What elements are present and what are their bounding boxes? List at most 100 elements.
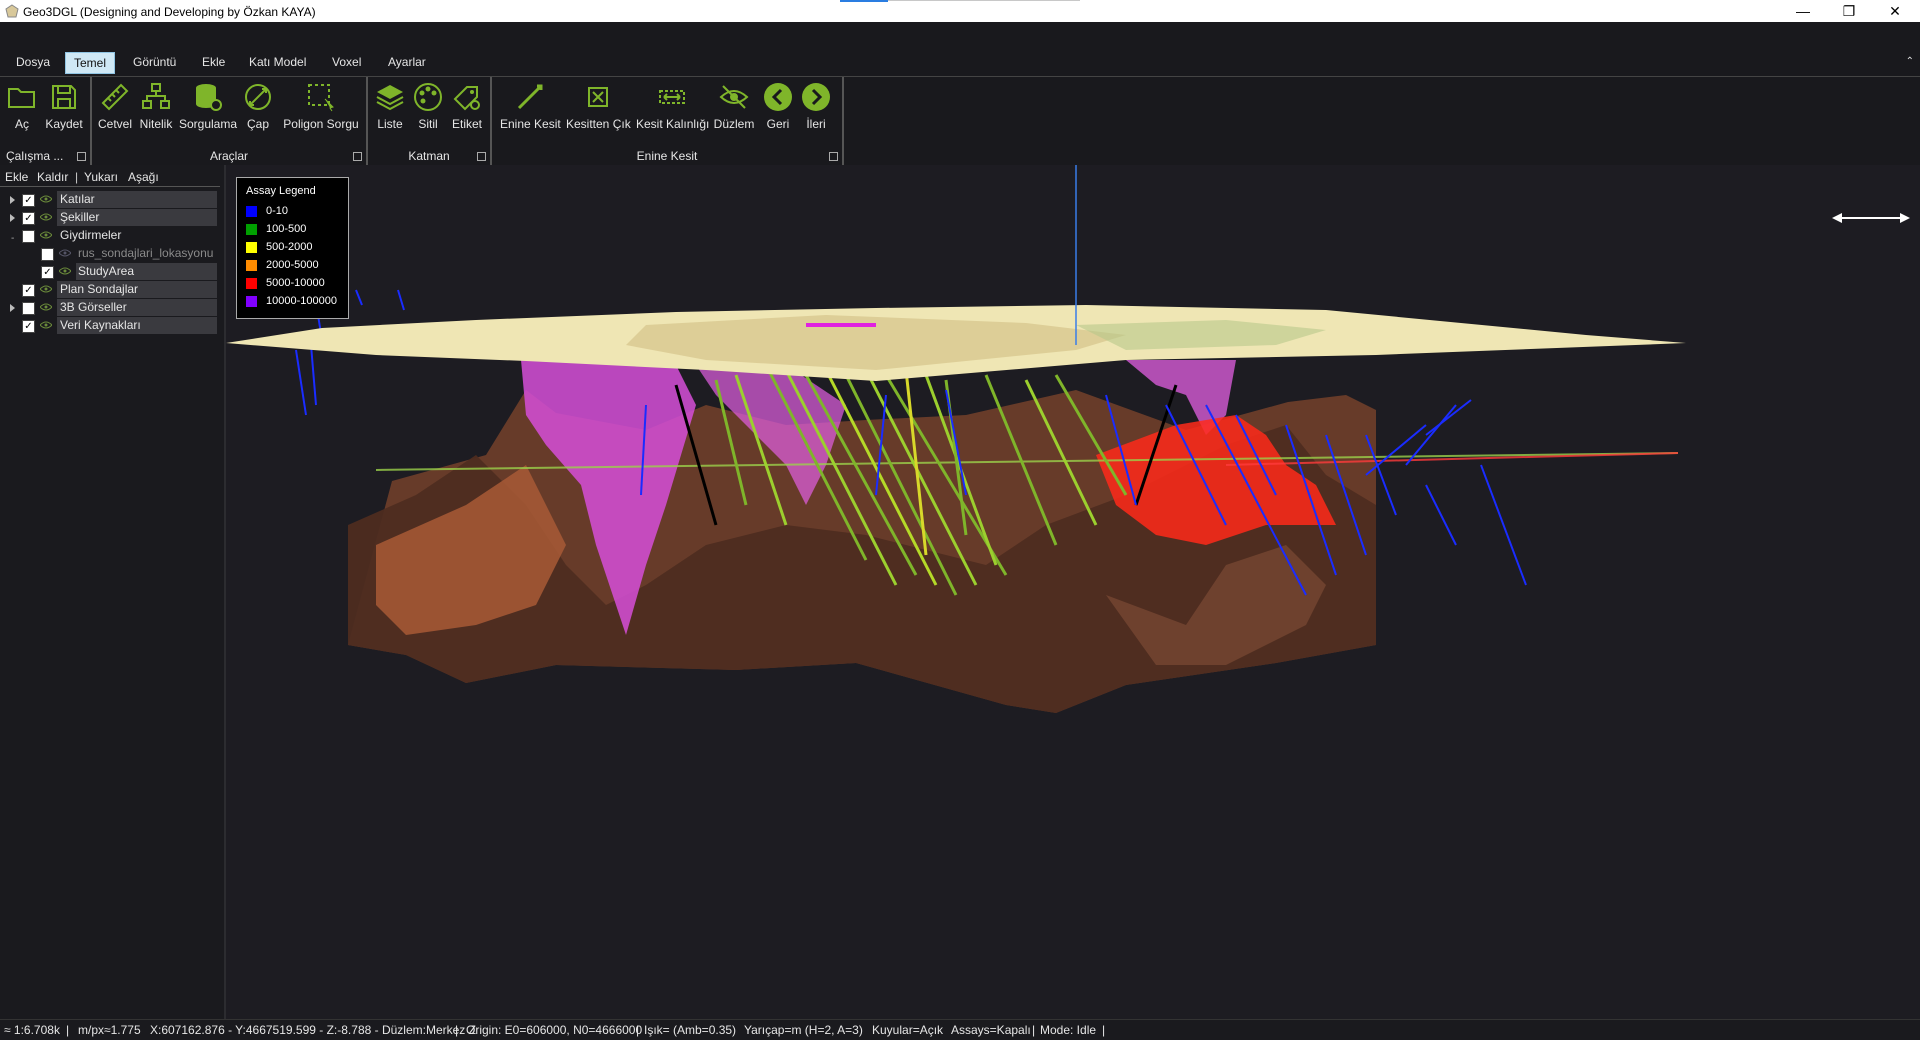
open-button[interactable]: Aç bbox=[4, 81, 40, 131]
cross-section-label: Enine Kesit bbox=[500, 117, 561, 131]
back-label: Geri bbox=[766, 117, 790, 131]
layer-checkbox[interactable]: ✓ bbox=[22, 212, 35, 225]
add-layer-button[interactable]: Ekle bbox=[5, 170, 28, 184]
layer-checkbox[interactable]: ✓ bbox=[22, 320, 35, 333]
status-wells: Kuyular=Açık bbox=[872, 1023, 944, 1037]
tab-temel[interactable]: Temel bbox=[65, 52, 116, 74]
plane-button[interactable]: Düzlem bbox=[712, 81, 756, 131]
title-divider bbox=[888, 0, 1080, 1]
assay-legend: Assay Legend 0-10 100-500 500-2000 2000-… bbox=[236, 177, 349, 319]
plane-hidden-icon bbox=[719, 85, 749, 109]
terrain-magenta-mark bbox=[806, 323, 876, 327]
group-launcher-icon[interactable] bbox=[77, 152, 86, 161]
layer-item-rus-sondajlari[interactable]: rus_sondajlari_lokasyonu bbox=[0, 245, 224, 262]
ruler-icon bbox=[101, 83, 129, 111]
group-label-katman: Katman bbox=[408, 149, 450, 163]
plane-label: Düzlem bbox=[713, 117, 755, 131]
layer-label: Giydirmeler bbox=[60, 228, 122, 242]
group-launcher-icon[interactable] bbox=[477, 152, 486, 161]
3d-viewport[interactable] bbox=[226, 165, 1920, 1019]
legend-title: Assay Legend bbox=[246, 185, 316, 197]
diameter-button[interactable]: Çap bbox=[240, 81, 276, 131]
eye-icon[interactable] bbox=[40, 321, 52, 329]
label-button[interactable]: Etiket bbox=[448, 81, 486, 131]
eye-icon[interactable] bbox=[59, 249, 71, 257]
arrow-left-circle-icon bbox=[764, 83, 792, 111]
tab-goruntu[interactable]: Görüntü bbox=[125, 52, 184, 72]
ruler-button[interactable]: Cetvel bbox=[96, 81, 134, 131]
polygon-query-button[interactable]: Poligon Sorgu bbox=[280, 81, 362, 131]
status-separator: | bbox=[455, 1023, 459, 1037]
move-up-button[interactable]: Yukarı bbox=[84, 170, 118, 184]
layer-checkbox[interactable] bbox=[22, 230, 35, 243]
legend-swatch bbox=[246, 242, 257, 253]
legend-swatch bbox=[246, 206, 257, 217]
eye-icon[interactable] bbox=[59, 267, 71, 275]
layer-checkbox[interactable]: ✓ bbox=[22, 194, 35, 207]
group-label-enine-kesit: Enine Kesit bbox=[636, 149, 698, 163]
status-scale: ≈ 1:6.708k bbox=[4, 1023, 60, 1037]
layer-panel: Ekle Kaldır | Yukarı Aşağı ✓ Katılar ✓ Ş… bbox=[0, 165, 226, 1019]
forward-label: İleri bbox=[806, 117, 826, 131]
save-button[interactable]: Kaydet bbox=[44, 81, 84, 131]
tag-gear-icon bbox=[453, 86, 480, 111]
group-label-araclar: Araçlar bbox=[209, 149, 248, 163]
layer-checkbox[interactable] bbox=[41, 248, 54, 261]
section-thickness-button[interactable]: Kesit Kalınlığı bbox=[636, 81, 709, 131]
group-launcher-icon[interactable] bbox=[353, 152, 362, 161]
legend-swatch bbox=[246, 278, 257, 289]
expand-icon[interactable] bbox=[10, 214, 15, 222]
eye-icon[interactable] bbox=[40, 231, 52, 239]
tab-kati-model[interactable]: Katı Model bbox=[241, 52, 314, 72]
legend-label: 500-2000 bbox=[266, 241, 313, 253]
expand-icon[interactable] bbox=[10, 304, 15, 312]
expand-icon[interactable] bbox=[10, 196, 15, 204]
tab-dosya[interactable]: Dosya bbox=[8, 52, 58, 72]
close-button[interactable]: ✕ bbox=[1872, 0, 1918, 22]
cross-section-button[interactable]: Enine Kesit bbox=[500, 81, 561, 131]
tab-ekle[interactable]: Ekle bbox=[194, 52, 233, 72]
status-assays: Assays=Kapalı bbox=[951, 1023, 1031, 1037]
thickness-icon bbox=[659, 90, 685, 104]
layer-item-veri-kaynaklari[interactable]: ✓ Veri Kaynakları bbox=[0, 317, 224, 334]
exit-section-button[interactable]: Kesitten Çık bbox=[566, 81, 631, 131]
move-down-button[interactable]: Aşağı bbox=[128, 170, 159, 184]
layer-item-sekiller[interactable]: ✓ Şekiller bbox=[0, 209, 224, 226]
layer-checkbox[interactable] bbox=[22, 302, 35, 315]
eye-icon[interactable] bbox=[40, 213, 52, 221]
layer-checkbox[interactable]: ✓ bbox=[22, 284, 35, 297]
minimize-button[interactable]: — bbox=[1780, 0, 1826, 22]
layer-checkbox[interactable]: ✓ bbox=[41, 266, 54, 279]
polygon-query-label: Poligon Sorgu bbox=[283, 117, 359, 131]
window-title: Geo3DGL (Designing and Developing by Özk… bbox=[23, 5, 316, 19]
layer-item-plan-sondajlar[interactable]: ✓ Plan Sondajlar bbox=[0, 281, 224, 298]
tab-ayarlar[interactable]: Ayarlar bbox=[380, 52, 434, 72]
layer-label: 3B Görseller bbox=[60, 300, 127, 314]
eye-icon[interactable] bbox=[40, 303, 52, 311]
list-button[interactable]: Liste bbox=[372, 81, 408, 131]
query-button[interactable]: Sorgulama bbox=[178, 81, 238, 131]
style-button[interactable]: Sitil bbox=[410, 81, 446, 131]
tab-voxel[interactable]: Voxel bbox=[324, 52, 369, 72]
orientation-arrows-icon[interactable] bbox=[1832, 213, 1910, 223]
layers-icon bbox=[376, 85, 404, 111]
layer-item-giydirmeler[interactable]: - Giydirmeler bbox=[0, 227, 224, 244]
restore-button[interactable]: ❐ bbox=[1826, 0, 1872, 22]
layer-item-studyarea[interactable]: ✓ StudyArea bbox=[0, 263, 224, 280]
status-separator: | bbox=[636, 1023, 640, 1037]
eye-icon[interactable] bbox=[40, 195, 52, 203]
title-bar: Geo3DGL (Designing and Developing by Özk… bbox=[0, 0, 1920, 22]
layer-item-3b-gorseller[interactable]: 3B Görseller bbox=[0, 299, 224, 316]
collapse-ribbon-icon[interactable]: ⌃ bbox=[1906, 56, 1914, 67]
layer-item-katilar[interactable]: ✓ Katılar bbox=[0, 191, 224, 208]
diameter-label: Çap bbox=[246, 117, 269, 131]
eye-icon[interactable] bbox=[40, 285, 52, 293]
legend-label: 0-10 bbox=[266, 205, 289, 217]
forward-button[interactable]: İleri bbox=[798, 81, 834, 131]
polygon-select-icon bbox=[308, 84, 334, 112]
group-launcher-icon[interactable] bbox=[829, 152, 838, 161]
floppy-icon bbox=[52, 85, 76, 109]
remove-layer-button[interactable]: Kaldır bbox=[37, 170, 68, 184]
attribute-button[interactable]: Nitelik bbox=[136, 81, 176, 131]
back-button[interactable]: Geri bbox=[760, 81, 796, 131]
